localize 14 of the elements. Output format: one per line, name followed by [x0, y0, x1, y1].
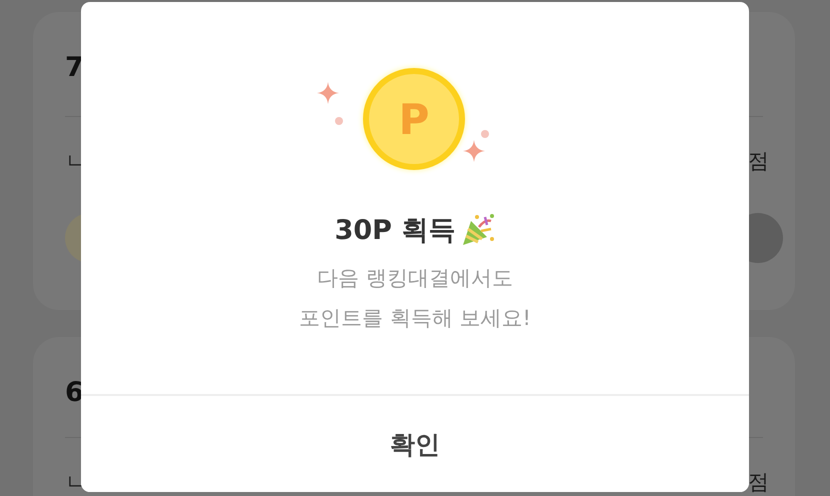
dialog-title: 30P 획득 [334, 214, 456, 248]
rank-number: 6 [65, 377, 84, 410]
dialog-message: 포인트를 획득해 보세요! [299, 305, 531, 332]
sparkle-icon [317, 82, 339, 104]
score-label: 점 [748, 469, 769, 496]
rank-number: 7 [65, 52, 84, 85]
dialog-message: 다음 랭킹대결에서도 [317, 265, 513, 292]
party-popper-icon [461, 213, 496, 247]
coin-icon: P [363, 68, 465, 170]
row-label: ㄴ [65, 148, 86, 175]
dot-icon [335, 117, 343, 125]
dot-icon [481, 130, 489, 138]
sparkle-icon [463, 140, 485, 162]
score-label: 점 [748, 148, 769, 175]
